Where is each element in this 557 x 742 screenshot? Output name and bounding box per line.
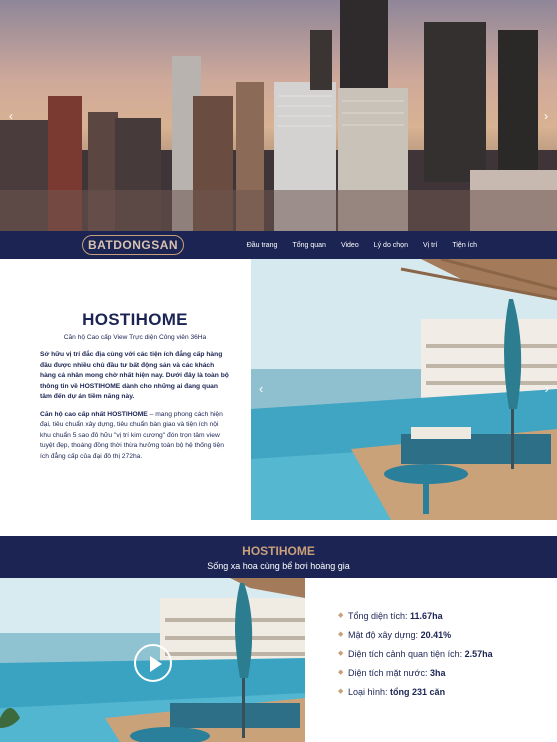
intro-paragraph-2: Căn hộ cao cấp nhất HOSTIHOME – mang pho…	[40, 410, 230, 463]
feature-item: ◆ Mật độ xây dựng: 20.41%	[338, 629, 518, 641]
play-icon[interactable]	[134, 644, 172, 682]
section-banner: HOSTIHOME Sống xa hoa cùng bể bơi hoàng …	[0, 536, 557, 578]
nav-item-amenities[interactable]: Tiện ích	[452, 242, 477, 249]
feature-label: Diện tích mặt nước:	[348, 668, 430, 678]
feature-item: ◆ Diện tích mặt nước: 3ha	[338, 667, 518, 679]
section-subtitle: Sống xa hoa cùng bể bơi hoàng gia	[207, 561, 350, 571]
nav-item-location[interactable]: Vị trí	[423, 242, 437, 249]
nav-item-reasons[interactable]: Lý do chọn	[374, 242, 408, 249]
feature-value: 20.41%	[420, 630, 452, 640]
feature-item: ◆ Diện tích cảnh quan tiện ích: 2.57ha	[338, 648, 518, 660]
rooftop-pool-image	[251, 259, 557, 520]
nav-item-top[interactable]: Đầu trang	[247, 242, 278, 249]
intro-section: HOSTIHOME Căn hộ Cao cấp View Trực diện …	[40, 310, 230, 462]
city-skyline-image	[0, 0, 557, 231]
feature-item: ◆ Tổng diện tích: 11.67ha	[338, 610, 518, 622]
diamond-icon: ◆	[338, 612, 344, 619]
feature-label: Mật độ xây dựng:	[348, 630, 421, 640]
feature-value: tổng 231 căn	[390, 687, 446, 697]
nav-item-video[interactable]: Video	[341, 242, 359, 249]
feature-item: ◆ Loại hình: tổng 231 căn	[338, 686, 518, 698]
feature-value: 2.57ha	[464, 649, 493, 659]
intro-paragraph-2-bold: Căn hộ cao cấp nhất HOSTIHOME	[40, 410, 148, 418]
section-title: HOSTIHOME	[242, 544, 315, 558]
diamond-icon: ◆	[338, 669, 344, 676]
site-logo[interactable]: BATDONGSAN	[82, 235, 184, 255]
hero-banner: ‹ ›	[0, 0, 557, 231]
feature-value: 3ha	[429, 668, 446, 678]
feature-label: Loại hình:	[348, 687, 391, 697]
landing-page: ‹ › BATDONGSAN Đầu trang Tổng quan Video…	[0, 0, 557, 742]
diamond-icon: ◆	[338, 688, 344, 695]
intro-title: HOSTIHOME	[82, 310, 188, 329]
intro-subtitle: Căn hộ Cao cấp View Trực diện Công viên …	[63, 334, 207, 341]
feature-label: Diện tích cảnh quan tiện ích:	[348, 649, 465, 659]
nav-item-overview[interactable]: Tổng quan	[292, 242, 325, 249]
pool-image-slider: ‹ ›	[251, 259, 557, 520]
hero-next-arrow[interactable]: ›	[539, 108, 553, 124]
main-navbar: BATDONGSAN Đầu trang Tổng quan Video Lý …	[0, 231, 557, 259]
hero-prev-arrow[interactable]: ‹	[4, 108, 18, 124]
diamond-icon: ◆	[338, 650, 344, 657]
feature-list: ◆ Tổng diện tích: 11.67ha ◆ Mật độ xây d…	[338, 610, 518, 705]
image-prev-arrow[interactable]: ‹	[259, 381, 263, 396]
feature-label: Tổng diện tích:	[348, 611, 411, 621]
feature-value: 11.67ha	[410, 611, 443, 621]
image-next-arrow[interactable]: ›	[545, 381, 549, 396]
diamond-icon: ◆	[338, 631, 344, 638]
intro-paragraph-1: Sở hữu vị trí đắc địa cùng với các tiện …	[40, 351, 229, 400]
nav-menu: Đầu trang Tổng quan Video Lý do chọn Vị …	[232, 231, 477, 259]
